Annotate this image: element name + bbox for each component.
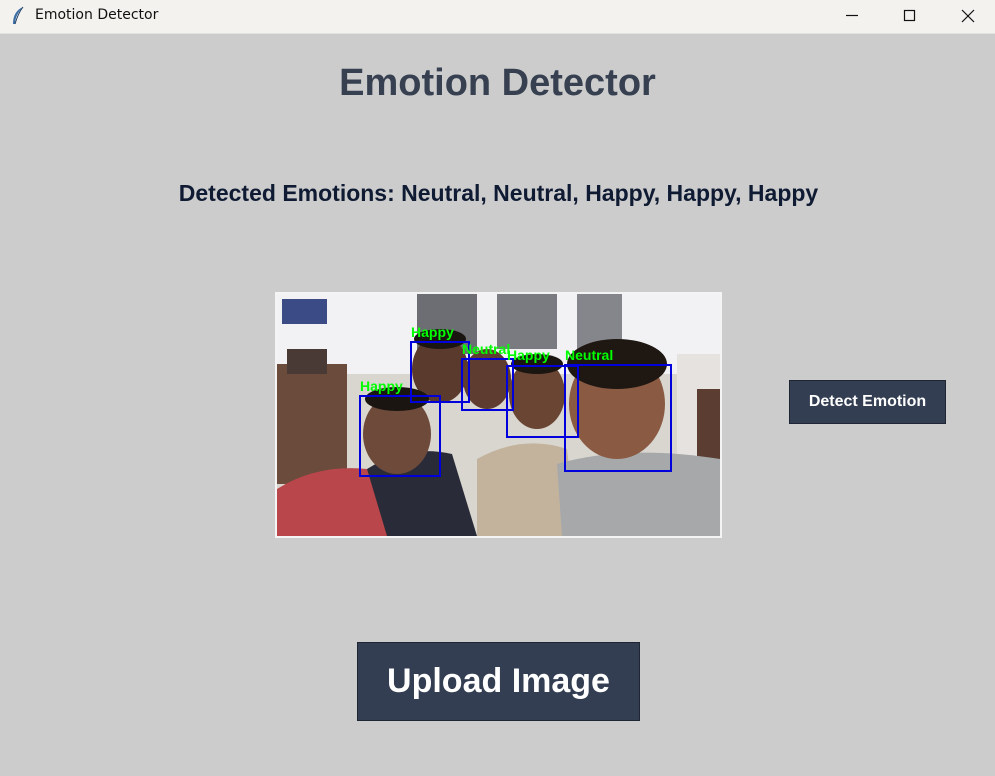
- face-label: Happy: [360, 378, 403, 394]
- maximize-button[interactable]: [881, 0, 939, 33]
- window-title: Emotion Detector: [35, 7, 159, 23]
- face-label: Neutral: [565, 347, 613, 363]
- close-button[interactable]: [939, 0, 995, 33]
- upload-image-button[interactable]: Upload Image: [357, 642, 640, 721]
- maximize-icon: [903, 9, 916, 22]
- detected-emotions-text: Detected Emotions: Neutral, Neutral, Hap…: [178, 180, 819, 206]
- detect-emotion-button[interactable]: Detect Emotion: [789, 380, 946, 424]
- uploaded-photo: Happy Happy Neutral Happy Neutral: [275, 292, 722, 538]
- minimize-icon: [846, 14, 858, 17]
- feather-icon: [10, 6, 26, 26]
- face-label: Happy: [411, 324, 454, 340]
- close-icon: [961, 9, 975, 23]
- group-photo-image: Happy Happy Neutral Happy Neutral: [277, 294, 720, 536]
- page-title: Emotion Detector: [339, 62, 656, 104]
- face-label: Neutral: [462, 341, 510, 357]
- minimize-button[interactable]: [823, 0, 881, 33]
- face-label: Happy: [507, 347, 550, 363]
- title-bar: Emotion Detector: [0, 0, 995, 34]
